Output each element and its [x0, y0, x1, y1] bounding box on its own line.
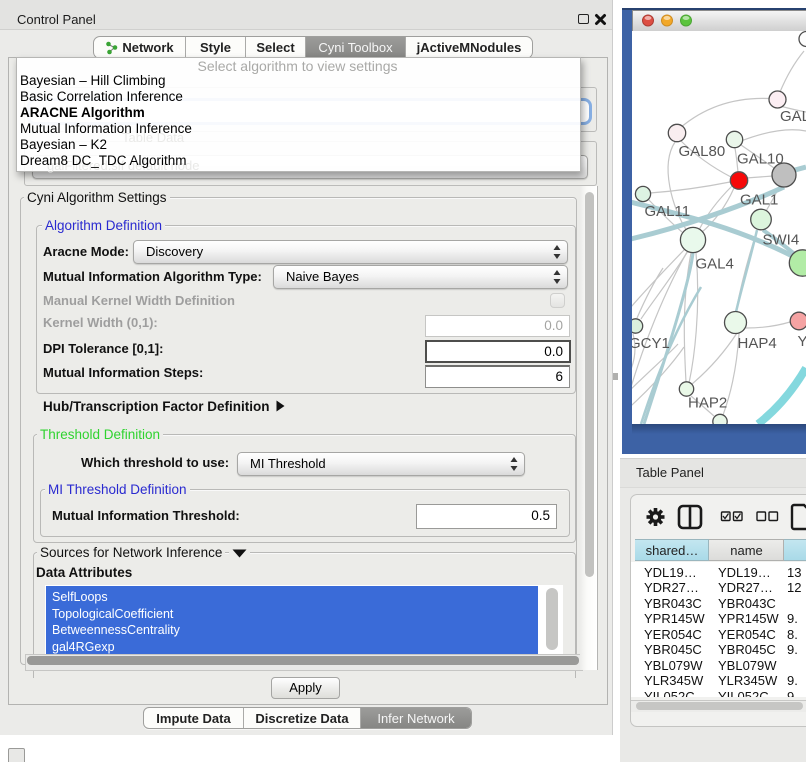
svg-text:GAL7: GAL7 — [780, 108, 806, 125]
svg-text:HAP4: HAP4 — [738, 335, 777, 352]
svg-text:Y: Y — [798, 333, 806, 350]
svg-text:GAL11: GAL11 — [645, 203, 691, 220]
svg-text:GAL1: GAL1 — [740, 192, 778, 209]
svg-text:HAP2: HAP2 — [688, 395, 727, 412]
svg-text:GAL80: GAL80 — [679, 143, 726, 160]
svg-text:GCY1: GCY1 — [632, 335, 670, 352]
svg-text:GAL10: GAL10 — [737, 151, 784, 168]
svg-text:GAL4: GAL4 — [696, 256, 734, 273]
svg-text:SWI4: SWI4 — [763, 232, 800, 249]
